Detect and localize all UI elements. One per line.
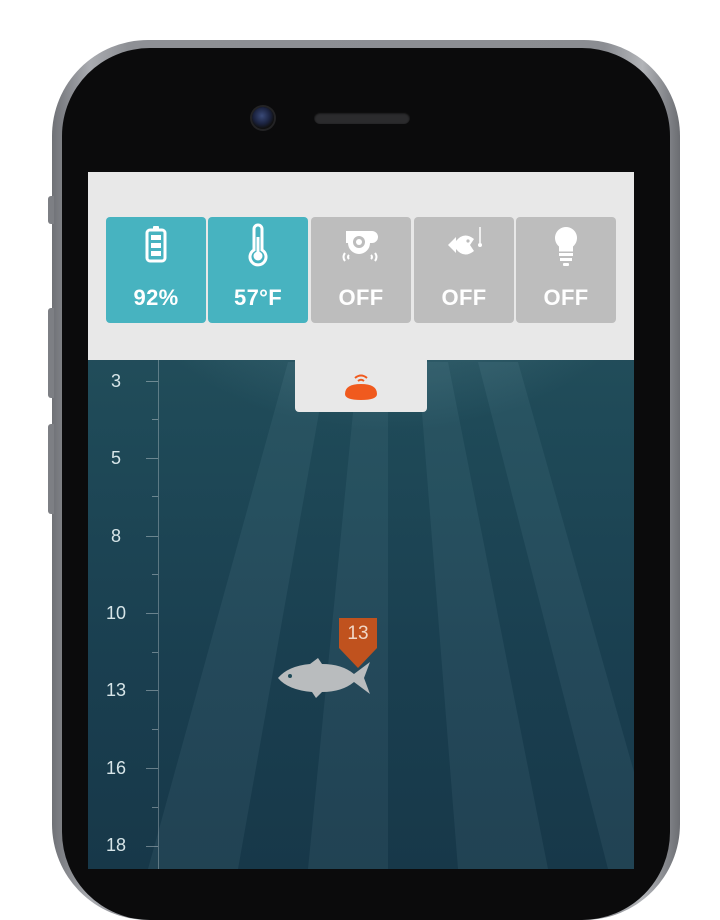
depth-tick: [146, 613, 158, 614]
fish-alarm-icon: [448, 227, 482, 255]
depth-tick: [152, 574, 158, 575]
depth-label: 3: [110, 371, 121, 391]
alarm-bell-icon: [342, 231, 378, 262]
depth-label: 5: [110, 448, 121, 468]
fish-icon[interactable]: [276, 656, 376, 700]
fish-alarm-tile[interactable]: OFF: [414, 217, 514, 323]
depth-tick: [146, 536, 158, 537]
alarm-tile[interactable]: OFF: [311, 217, 411, 323]
light-value: OFF: [543, 285, 589, 310]
front-camera: [252, 107, 274, 129]
depth-tick: [152, 652, 158, 653]
depth-tick: [152, 419, 158, 420]
temperature-tile[interactable]: 57°F: [208, 217, 308, 323]
light-bulb-icon: [554, 226, 578, 266]
temperature-value: 57°F: [234, 285, 282, 310]
volume-down-button: [48, 424, 54, 514]
light-tile[interactable]: OFF: [516, 217, 616, 323]
volume-up-button: [48, 308, 54, 398]
depth-tick: [146, 768, 158, 769]
depth-tick: [152, 496, 158, 497]
depth-label: 16: [105, 758, 127, 778]
app-screen: 92% 57°F OFF OFF OFF 3 5 8 10 13 16 18 1…: [88, 172, 634, 869]
depth-tick: [146, 458, 158, 459]
battery-icon: [145, 226, 167, 263]
depth-tick: [146, 846, 158, 847]
mute-switch: [48, 196, 54, 224]
sonar-device-icon: [345, 374, 377, 400]
battery-tile[interactable]: 92%: [106, 217, 206, 323]
earpiece-speaker: [314, 112, 410, 124]
depth-tick: [146, 690, 158, 691]
status-bar: 92% 57°F OFF OFF OFF: [88, 172, 634, 360]
thermometer-icon: [248, 223, 268, 267]
fish-alarm-value: OFF: [441, 285, 487, 310]
depth-label: 8: [110, 526, 121, 546]
alarm-value: OFF: [338, 285, 384, 310]
depth-tick: [146, 381, 158, 382]
depth-tick: [152, 729, 158, 730]
fish-depth-value: 13: [347, 623, 369, 644]
depth-scale-axis: [158, 360, 159, 869]
depth-tick: [152, 807, 158, 808]
battery-value: 92%: [133, 285, 179, 310]
depth-label: 10: [105, 603, 127, 623]
depth-label: 18: [105, 835, 127, 855]
sonar-connection-tab[interactable]: [295, 358, 427, 412]
depth-label: 13: [105, 680, 127, 700]
